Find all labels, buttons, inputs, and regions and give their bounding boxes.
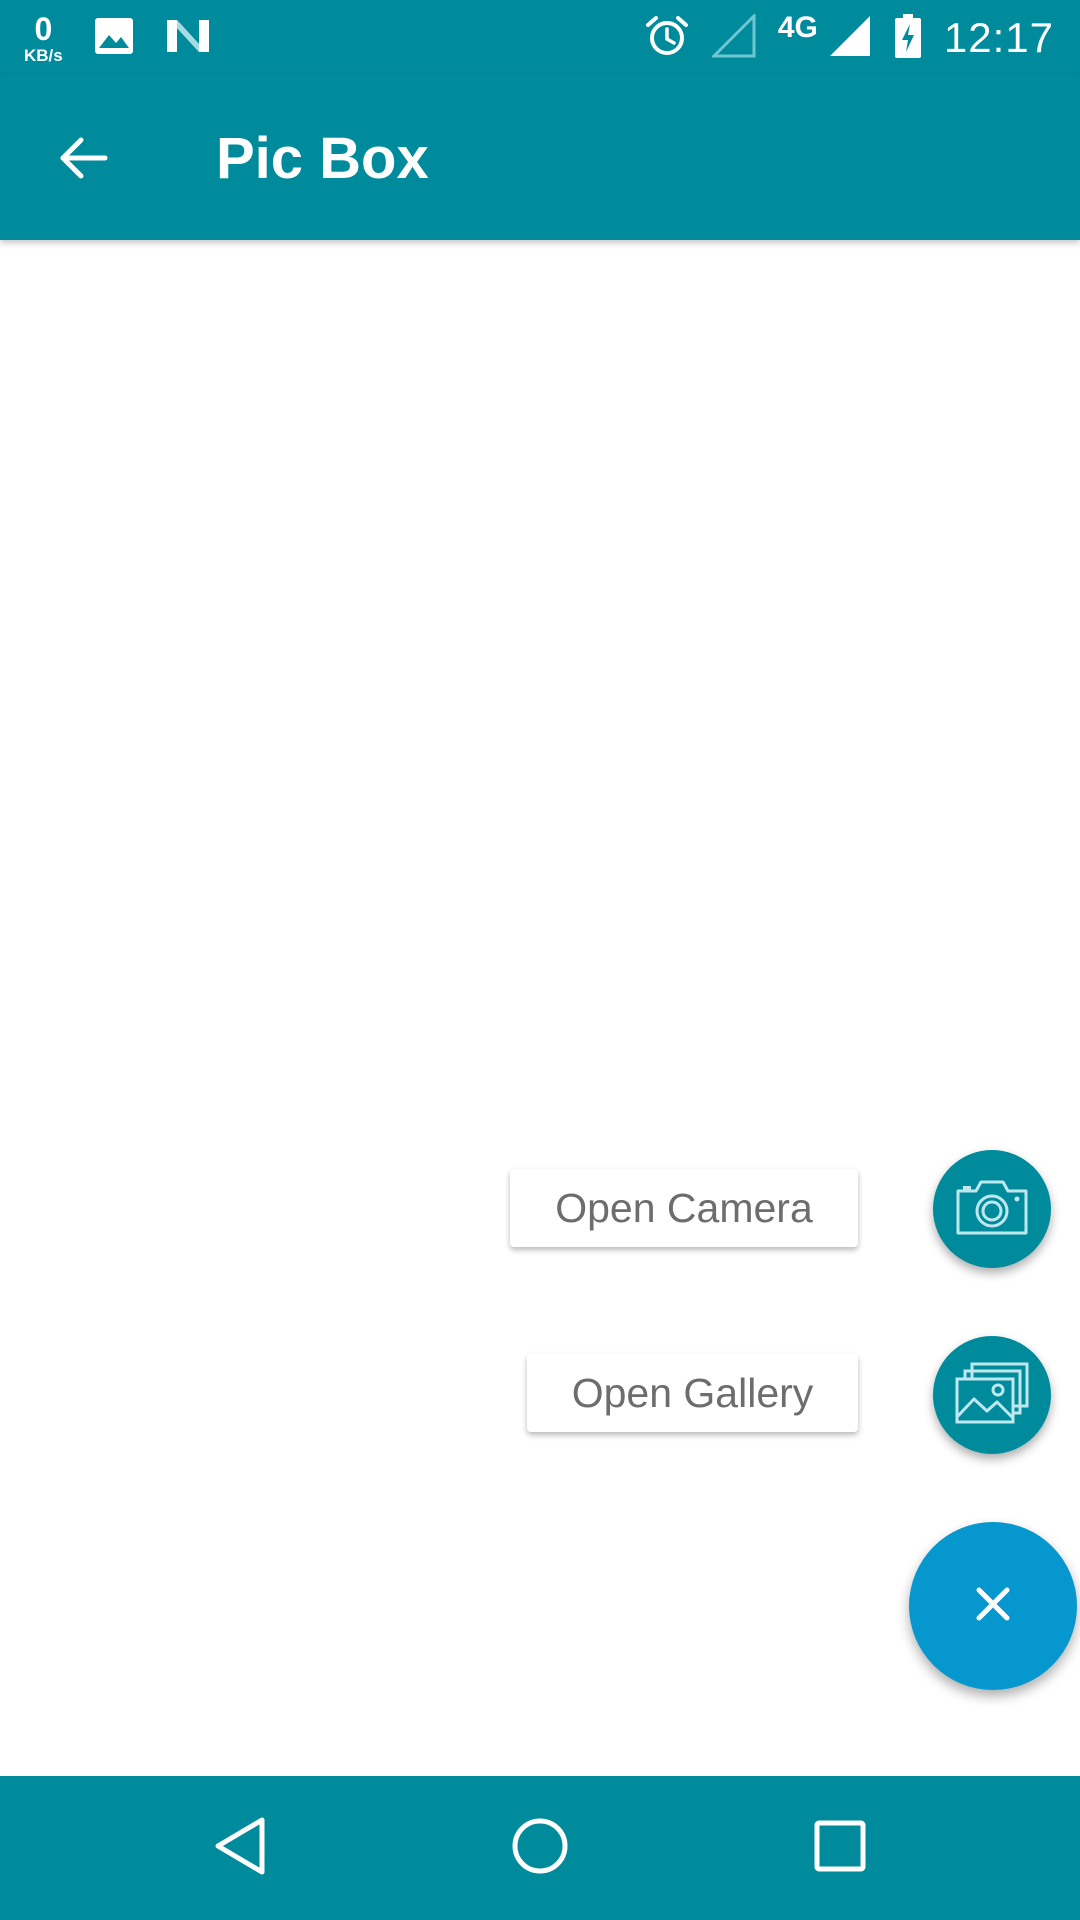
back-button[interactable]: [40, 117, 126, 203]
nav-recents-icon: [813, 1819, 867, 1878]
page-title: Pic Box: [216, 126, 429, 191]
network-speed-value: 0: [34, 10, 53, 47]
network-type: 4G: [777, 11, 818, 44]
nav-recents-button[interactable]: [790, 1798, 890, 1898]
gallery-icon: [954, 1361, 1030, 1430]
navigation-bar: [0, 1776, 1080, 1920]
status-bar: 0 KB/s 4G 12:17: [0, 0, 1080, 74]
network-speed-unit: KB/s: [24, 45, 63, 65]
signal-empty-icon: [710, 11, 756, 63]
clock: 12:17: [943, 14, 1054, 61]
alarm-icon: [644, 13, 690, 64]
status-bar-right: 4G 12:17: [644, 8, 1054, 68]
close-menu-fab[interactable]: [909, 1522, 1077, 1690]
signal-full-icon: [828, 14, 872, 63]
nav-home-icon: [510, 1816, 570, 1881]
open-gallery-label[interactable]: Open Gallery: [527, 1354, 858, 1432]
nav-back-icon: [212, 1816, 268, 1881]
n-notification-icon: [165, 16, 211, 61]
status-bar-left: 0 KB/s: [24, 8, 211, 68]
camera-icon: [954, 1177, 1030, 1242]
network-speed: 0 KB/s: [24, 13, 63, 64]
nav-home-button[interactable]: [490, 1798, 590, 1898]
nav-back-button[interactable]: [190, 1798, 290, 1898]
close-icon: [973, 1584, 1013, 1629]
app-bar: Pic Box: [0, 74, 1080, 240]
screen: 0 KB/s 4G 12:17 Pic Box Open Camera Open…: [0, 0, 1080, 1920]
open-camera-label[interactable]: Open Camera: [510, 1169, 858, 1247]
image-notification-icon: [93, 16, 135, 61]
battery-charging-icon: [894, 13, 922, 64]
arrow-back-icon: [57, 134, 109, 187]
open-camera-button[interactable]: [933, 1150, 1051, 1268]
open-gallery-button[interactable]: [933, 1336, 1051, 1454]
